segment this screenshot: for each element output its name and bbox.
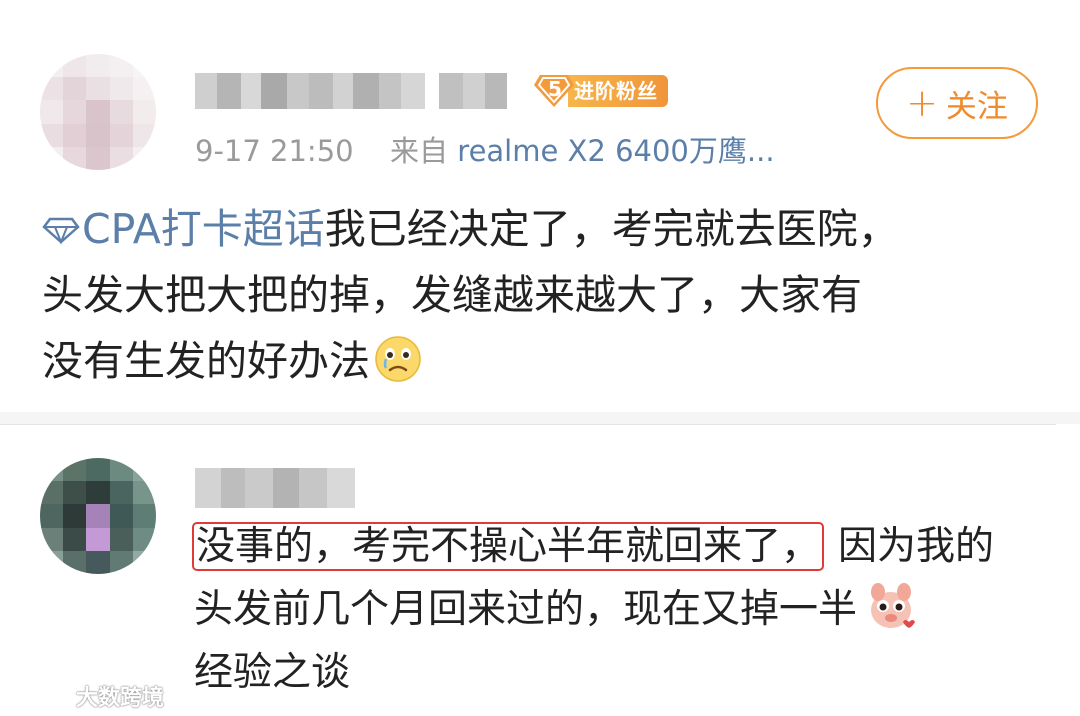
post-author-avatar[interactable] [40,54,156,170]
post-body-line1: 我已经决定了，考完就去医院， [324,205,899,253]
follow-label: 关注 [945,88,1008,125]
commenter-avatar[interactable] [40,458,156,574]
plus-icon: + [906,81,938,125]
post-meta: 9-17 21:50 来自 realme X2 6400万鹰... [195,128,775,170]
fan-level-label: 进阶粉丝 [568,75,668,107]
post-body-line3: 没有生发的好办法 [42,337,370,385]
post-source-prefix: 来自 [390,134,449,168]
weibo-post-screen: 5 进阶粉丝 9-17 21:50 来自 realme X2 6400万鹰...… [0,0,1080,716]
post-body-line2: 头发大把大把的掉，发缝越来越大了，大家有 [42,271,862,319]
divider [0,424,1056,425]
fan-level-badge: 5 进阶粉丝 [534,73,674,109]
post-body: CPA打卡超话我已经决定了，考完就去医院， 头发大把大把的掉，发缝越来越大了，大… [42,196,1052,394]
post-author-name-blurred[interactable] [195,73,527,109]
diamond-topic-icon [42,217,80,245]
crying-face-icon [375,336,421,382]
post-source-device[interactable]: realme X2 6400万鹰... [457,134,774,168]
watermark-text: 大数跨境 [76,686,165,711]
watermark-logo-icon [12,687,70,707]
supertopic-link[interactable]: CPA打卡超话 [42,205,325,253]
comment-line1-rest: 因为我的 [838,524,995,569]
fan-level-diamond-icon: 5 [534,73,574,109]
watermark: 大数跨境 [10,680,164,712]
cute-pig-sticker-icon [871,583,916,628]
section-gap [0,412,1080,424]
comment-body: 没事的，考完不操心半年就回来了， 因为我的 头发前几个月回来过的，现在又掉一半 经… [191,515,1064,704]
commenter-name-blurred[interactable] [195,468,355,508]
post-timestamp: 9-17 21:50 [195,134,354,168]
follow-button[interactable]: + 关注 [876,67,1038,139]
comment-line3: 经验之谈 [194,650,351,695]
comment-line2: 头发前几个月回来过的，现在又掉一半 [194,587,858,632]
post-card: 5 进阶粉丝 9-17 21:50 来自 realme X2 6400万鹰...… [0,0,1080,412]
supertopic-label: CPA打卡超话 [82,205,325,253]
highlighted-phrase: 没事的，考完不操心半年就回来了， [191,522,825,571]
